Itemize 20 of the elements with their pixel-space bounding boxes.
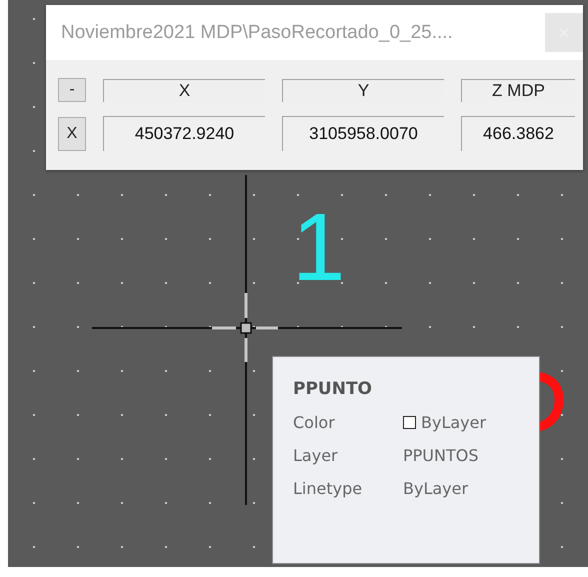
coordinate-value: 466.3862 (461, 116, 575, 151)
close-button[interactable] (545, 13, 583, 52)
property-label: Linetype (293, 479, 364, 498)
property-label: Color (293, 413, 336, 432)
color-swatch-icon (403, 416, 416, 429)
column-header: Z MDP (461, 78, 575, 102)
column-header: X (103, 78, 265, 102)
crosshair-cursor-icon (91, 174, 403, 506)
property-value: ByLayer (403, 479, 468, 498)
tooltip-title: PPUNTO (293, 379, 372, 399)
property-label: Layer (293, 446, 339, 465)
coordinate-value: 3105958.0070 (282, 116, 444, 151)
drawing-label: 1 (292, 200, 346, 296)
property-value: PPUNTOS (403, 446, 478, 465)
property-value: ByLayer (421, 413, 486, 432)
coordinate-value: 450372.9240 (103, 116, 265, 151)
window-title: Noviembre2021 MDP\PasoRecortado_0_25.... (61, 22, 453, 44)
clear-button[interactable]: X (58, 116, 86, 150)
column-header: Y (282, 78, 444, 102)
collapse-button[interactable]: - (58, 78, 86, 102)
